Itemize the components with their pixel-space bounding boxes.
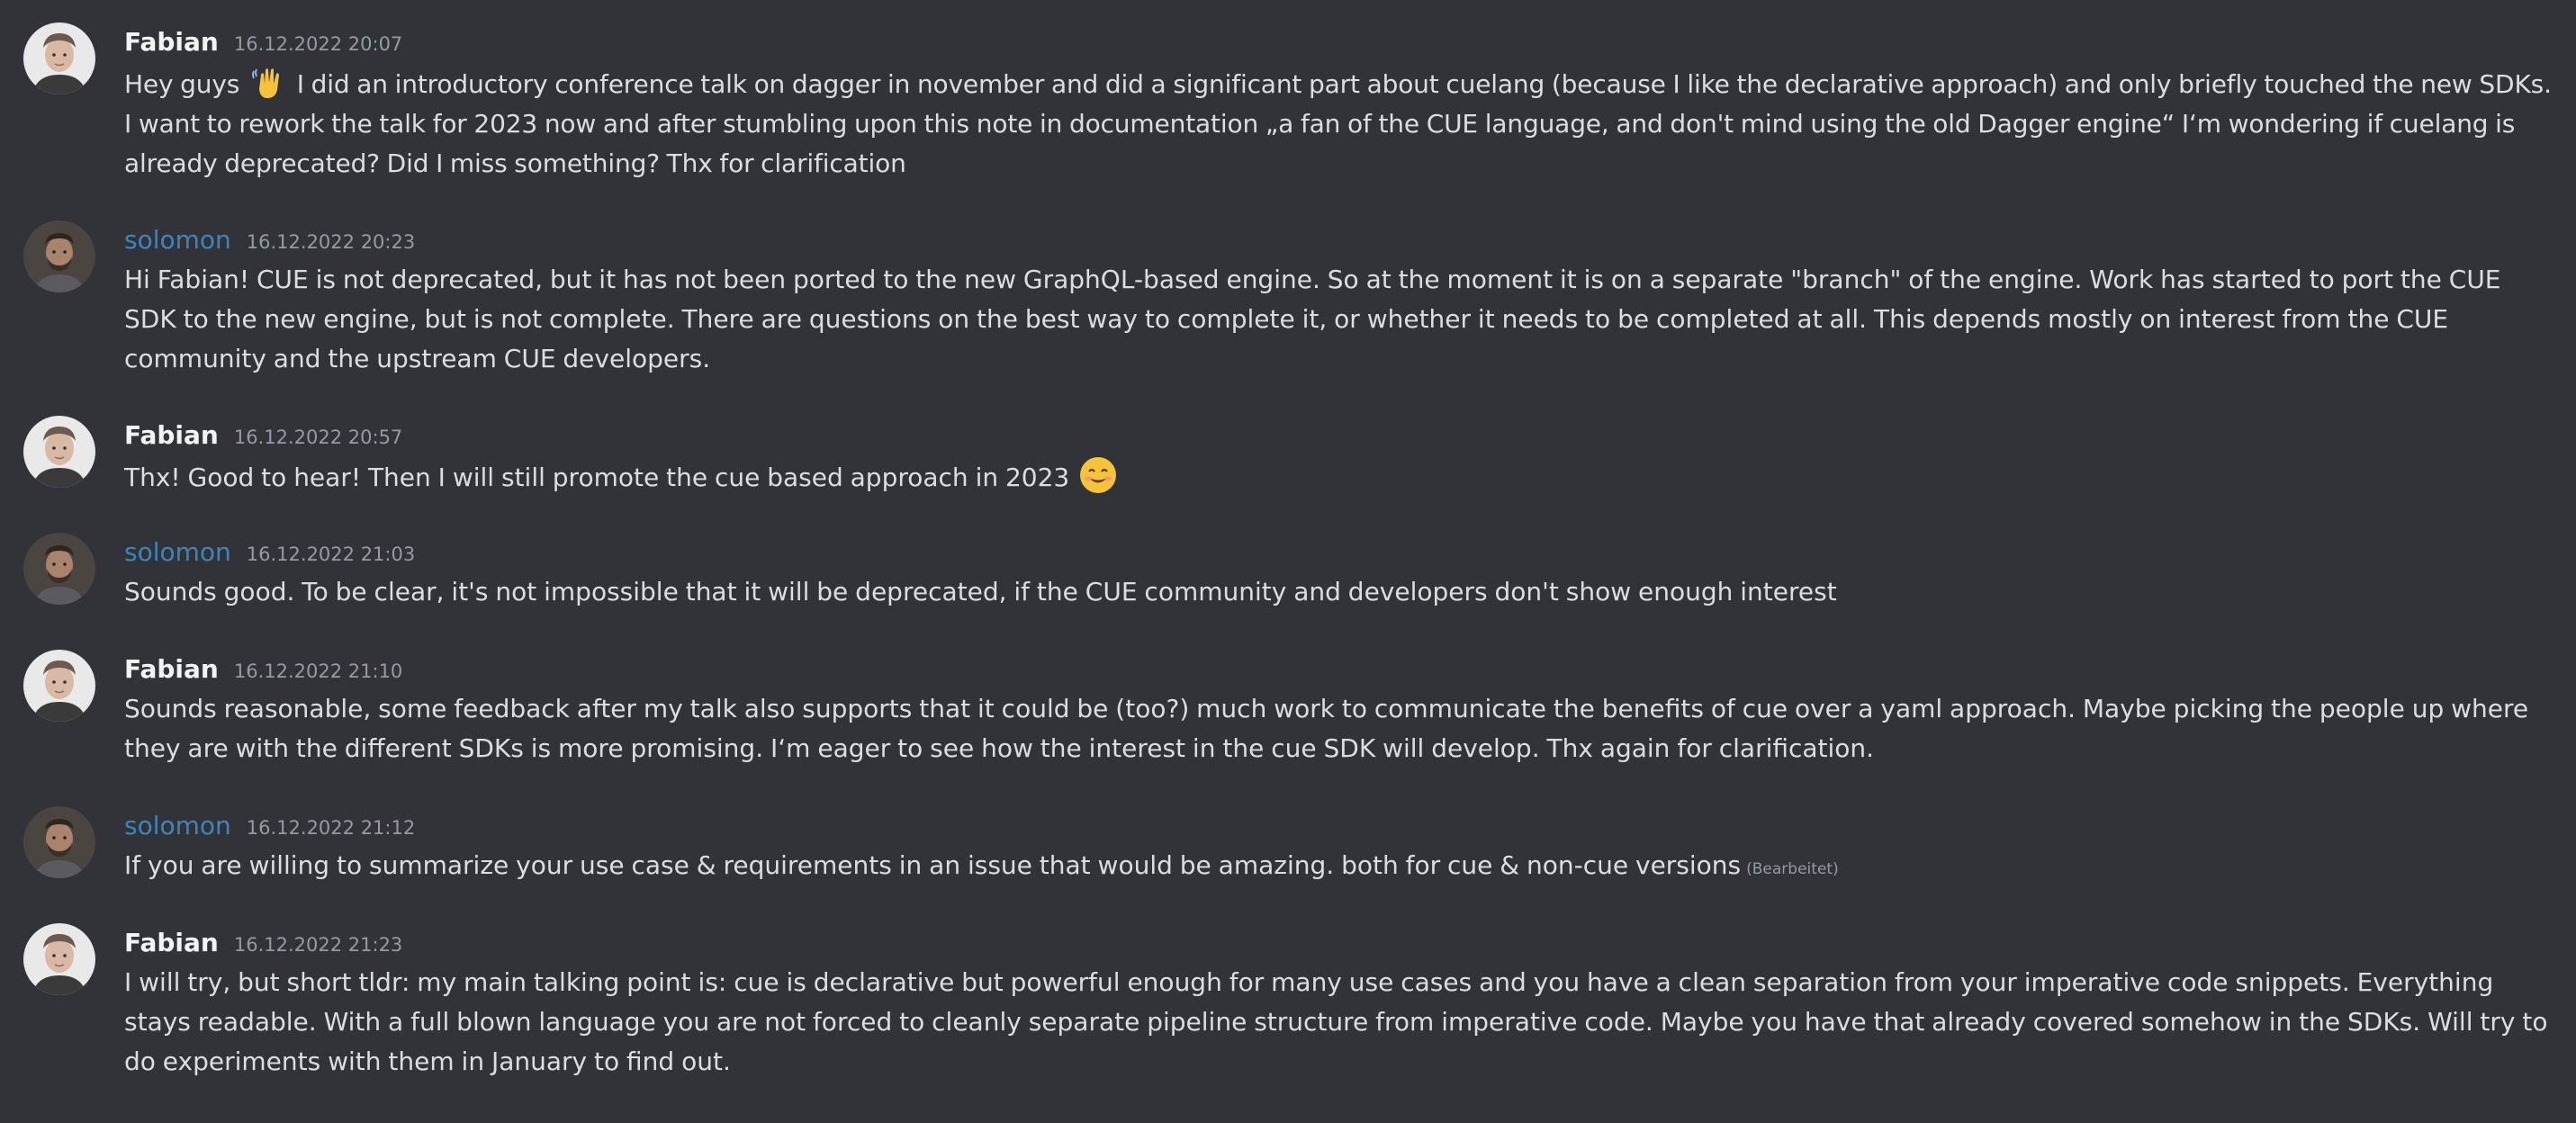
edited-indicator: (Bearbeitet) — [1746, 860, 1839, 878]
smiling-face-emoji — [1078, 455, 1118, 495]
avatar-solomon[interactable] — [23, 533, 95, 605]
author-name[interactable]: solomon — [124, 220, 231, 260]
message-content: I will try, but short tldr: my main talk… — [124, 967, 2548, 1076]
waving-hand-emoji — [248, 62, 288, 102]
message-timestamp: 16.12.2022 20:23 — [246, 231, 416, 253]
message-content: Hey guys I did an introductory conferenc… — [124, 62, 2554, 184]
avatar-solomon[interactable] — [23, 220, 95, 292]
avatar-fabian[interactable] — [23, 22, 95, 94]
message-text-intro: Hey guys — [124, 69, 240, 99]
message-content: If you are willing to summarize your use… — [124, 846, 2554, 889]
author-name[interactable]: solomon — [124, 533, 231, 572]
author-name[interactable]: Fabian — [124, 416, 219, 455]
message-timestamp: 16.12.2022 20:57 — [233, 427, 403, 448]
author-name[interactable]: Fabian — [124, 650, 219, 689]
message-text: If you are willing to summarize your use… — [124, 850, 1742, 880]
author-name[interactable]: solomon — [124, 806, 231, 846]
message-timestamp: 16.12.2022 21:23 — [233, 934, 403, 956]
message-content: Sounds reasonable, some feedback after m… — [124, 694, 2529, 763]
author-name[interactable]: Fabian — [124, 22, 219, 62]
message-text: Thx! Good to hear! Then I will still pro… — [124, 463, 1070, 492]
message-timestamp: 16.12.2022 21:12 — [246, 817, 416, 839]
avatar-fabian[interactable] — [23, 650, 95, 722]
message-content: Hi Fabian! CUE is not deprecated, but it… — [124, 265, 2501, 373]
message-timestamp: 16.12.2022 21:10 — [233, 660, 403, 682]
message-timestamp: 16.12.2022 20:07 — [233, 33, 403, 55]
avatar-solomon[interactable] — [23, 806, 95, 878]
chat-message-list: Fabian 16.12.2022 20:07 Hey guys I did a… — [0, 0, 2576, 1123]
message-timestamp: 16.12.2022 21:03 — [246, 544, 416, 565]
message-content: Thx! Good to hear! Then I will still pro… — [124, 455, 2554, 498]
message-text: I did an introductory conference talk on… — [124, 69, 2552, 178]
author-name[interactable]: Fabian — [124, 923, 219, 963]
message-content: Sounds good. To be clear, it's not impos… — [124, 577, 1837, 606]
avatar-fabian[interactable] — [23, 416, 95, 488]
avatar-fabian[interactable] — [23, 923, 95, 995]
